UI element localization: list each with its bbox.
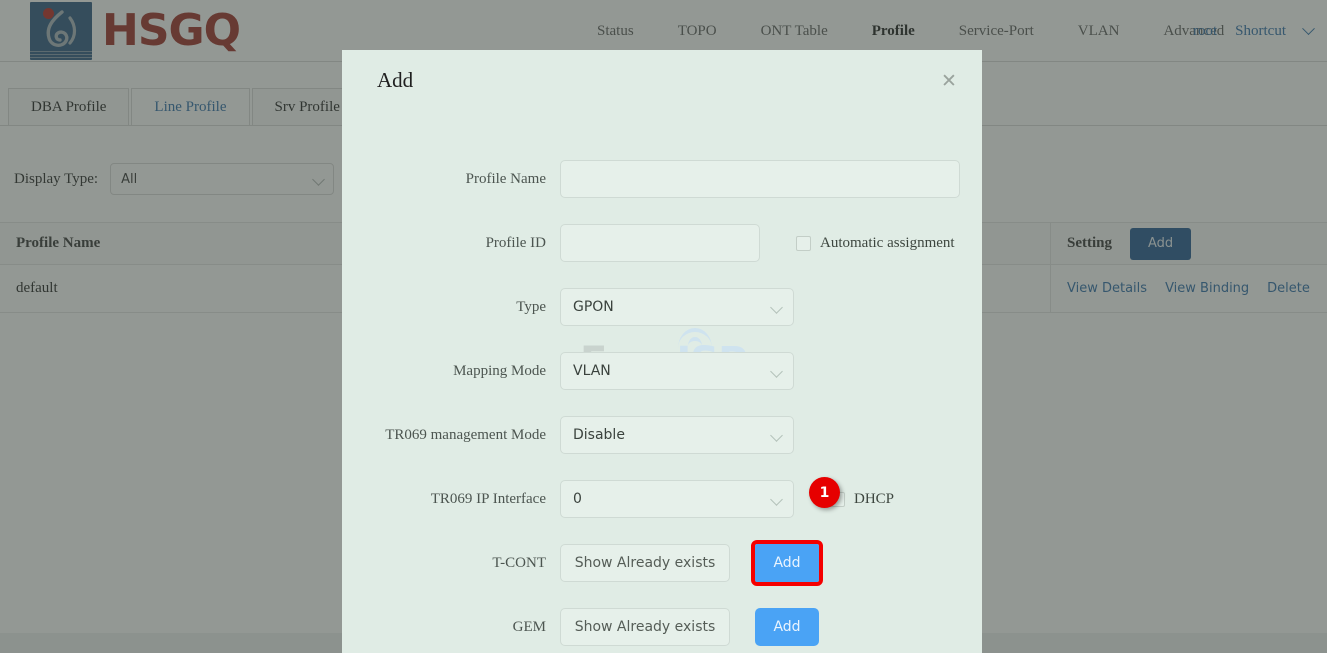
gem-show-existing-button[interactable]: Show Already exists xyxy=(560,608,730,646)
label-tcont: T-CONT xyxy=(492,554,546,571)
form-row-gem: GEM Show Already exists Add xyxy=(342,608,982,646)
checkbox-box-icon xyxy=(796,235,811,251)
automatic-assignment-label: Automatic assignment xyxy=(820,234,955,251)
form-row-mapping-mode: Mapping Mode VLAN xyxy=(342,352,982,390)
form-row-profile-id: Profile ID Automatic assignment xyxy=(342,224,982,262)
chevron-down-icon xyxy=(770,301,783,314)
tcont-show-existing-button[interactable]: Show Already exists xyxy=(560,544,730,582)
form-row-tcont: T-CONT Show Already exists Add xyxy=(342,540,982,586)
chevron-down-icon xyxy=(770,429,783,442)
form-row-tr069-management-mode: TR069 management Mode Disable xyxy=(342,416,982,454)
label-mapping-mode: Mapping Mode xyxy=(453,362,546,379)
automatic-assignment-checkbox[interactable]: Automatic assignment xyxy=(796,235,955,252)
dialog-title: Add xyxy=(377,68,414,92)
add-profile-form: Profile Name Profile ID Automatic assign… xyxy=(342,160,982,653)
type-select[interactable]: GPON xyxy=(560,288,794,326)
label-tr069-ip-interface: TR069 IP Interface xyxy=(430,490,546,507)
tr069-management-mode-value: Disable xyxy=(573,427,625,443)
mapping-mode-select[interactable]: VLAN xyxy=(560,352,794,390)
chevron-down-icon xyxy=(770,493,783,506)
label-type: Type xyxy=(516,298,546,315)
label-profile-id: Profile ID xyxy=(485,234,546,251)
add-line-profile-dialog: Add ✕ ForoISP Profile Name Profile ID Au… xyxy=(342,50,982,653)
close-icon[interactable]: ✕ xyxy=(936,68,962,94)
tcont-add-button[interactable]: Add xyxy=(751,540,823,586)
type-value: GPON xyxy=(573,299,614,315)
label-gem: GEM xyxy=(512,618,546,635)
label-profile-name: Profile Name xyxy=(465,170,546,187)
form-row-type: Type GPON xyxy=(342,288,982,326)
profile-id-input[interactable] xyxy=(560,224,760,262)
chevron-down-icon xyxy=(770,365,783,378)
form-row-tr069-ip-interface: TR069 IP Interface 0 DHCP xyxy=(342,480,982,518)
dhcp-label: DHCP xyxy=(854,490,895,507)
mapping-mode-value: VLAN xyxy=(573,363,611,379)
profile-name-input[interactable] xyxy=(560,160,960,198)
tr069-ip-interface-value: 0 xyxy=(573,491,582,507)
gem-add-button[interactable]: Add xyxy=(755,608,819,646)
tr069-management-mode-select[interactable]: Disable xyxy=(560,416,794,454)
tr069-ip-interface-select[interactable]: 0 xyxy=(560,480,794,518)
annotation-step-badge: 1 xyxy=(809,477,840,508)
label-tr069-management-mode: TR069 management Mode xyxy=(385,426,546,443)
form-row-profile-name: Profile Name xyxy=(342,160,982,198)
